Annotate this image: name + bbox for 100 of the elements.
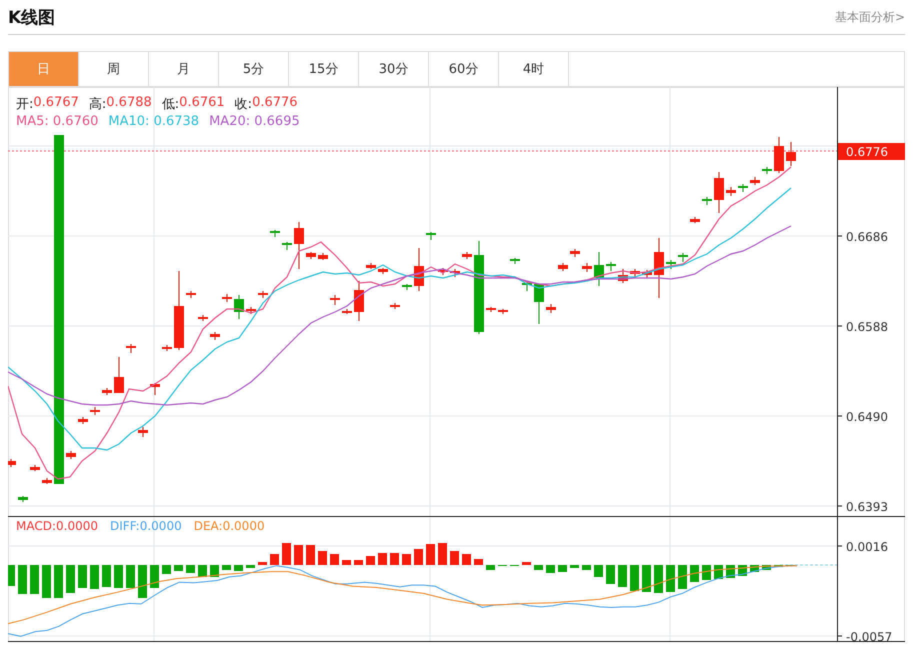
macd-bar [354, 560, 363, 565]
macd-bar [426, 544, 435, 565]
macd-bar [534, 565, 543, 570]
quote-value: 0.6761 [179, 95, 225, 112]
macd-bar [462, 554, 471, 565]
macd-axis-label: -0.0057 [846, 630, 892, 643]
macd-bar [258, 562, 267, 565]
macd-bar [582, 565, 591, 570]
moving-average-legend: MA20: 0.6695 [209, 114, 300, 129]
candlestick [8, 458, 16, 468]
macd-bar [54, 565, 63, 598]
macd-bar [618, 565, 627, 587]
candlestick [294, 222, 304, 270]
fundamental-analysis-link[interactable]: 基本面分析> [834, 8, 905, 26]
candlestick [594, 252, 604, 286]
candlestick [582, 262, 592, 272]
price-axis-label: 0.6490 [846, 410, 888, 424]
macd-bar [186, 565, 195, 573]
macd-bar [414, 549, 423, 565]
candlestick [498, 308, 508, 314]
macd-bar [594, 565, 603, 577]
macd-bar [8, 565, 15, 586]
candlestick [330, 294, 340, 306]
price-axis-label: 0.6686 [846, 230, 888, 244]
candlestick [162, 344, 172, 352]
macd-bar [690, 565, 699, 582]
candlestick [378, 268, 388, 274]
macd-bar [138, 565, 147, 598]
candlestick [258, 290, 268, 298]
candlestick [198, 314, 208, 322]
candlestick [774, 136, 784, 174]
candlestick [414, 248, 424, 292]
quote-value: 0.6767 [33, 95, 79, 112]
macd-bar [270, 554, 279, 565]
candlestick [138, 426, 148, 438]
candlestick [366, 262, 376, 270]
candlestick [750, 176, 760, 186]
candlestick [150, 382, 160, 396]
macd-bar [474, 559, 483, 565]
candlestick [42, 478, 52, 484]
macd-bar [198, 565, 207, 577]
candlestick [66, 450, 76, 460]
candlestick [318, 252, 328, 260]
macd-bar [294, 545, 303, 565]
candlestick [402, 284, 412, 290]
candlestick [642, 270, 652, 278]
macd-bar [18, 565, 27, 594]
macd-legend-item: DIFF:0.0000 [110, 519, 182, 533]
macd-bar [330, 554, 339, 565]
macd-bar [114, 565, 123, 588]
macd-bar [42, 565, 51, 598]
candlestick [786, 142, 796, 166]
candlestick [762, 166, 772, 174]
last-price-tag: 0.6776 [838, 143, 905, 160]
candlestick [306, 252, 316, 260]
candlestick [666, 260, 676, 270]
macd-bar [222, 565, 231, 570]
quote-label: 低: [162, 96, 180, 113]
candlestick [606, 262, 616, 272]
quote-value: 0.6776 [252, 95, 298, 112]
macd-legend-item: DEA:0.0000 [194, 519, 265, 533]
candlestick [390, 302, 400, 310]
candlestick [114, 356, 124, 394]
moving-average-legend: MA5: 0.6760 [16, 114, 98, 129]
candlestick [342, 308, 352, 314]
candlestick [102, 388, 112, 396]
macd-bar [630, 565, 639, 591]
macd-bar [390, 553, 399, 565]
candlestick [90, 406, 100, 416]
macd-bar [522, 562, 531, 565]
macd-bar [126, 565, 135, 588]
macd-bar [570, 565, 579, 568]
quote-label: 开: [16, 96, 34, 113]
candlestick [726, 186, 736, 196]
quote-label: 高: [88, 96, 106, 113]
candlestick [210, 332, 220, 340]
macd-bar [558, 565, 567, 572]
macd-legend-item: MACD:0.0000 [16, 519, 98, 533]
candlestick [222, 294, 232, 302]
candlestick [522, 282, 532, 292]
candlestick [246, 306, 256, 314]
macd-bar [606, 565, 615, 584]
candlestick [438, 268, 448, 276]
macd-bar [150, 565, 159, 588]
candlestick [354, 280, 364, 322]
candlestick [126, 344, 136, 354]
macd-bar [342, 560, 351, 565]
macd-bar [210, 565, 219, 577]
candlestick [570, 248, 580, 258]
macd-bar [66, 565, 75, 593]
candlestick [618, 268, 628, 284]
candlestick [450, 268, 460, 278]
macd-bar [162, 565, 171, 574]
candlestick [558, 262, 568, 272]
candlestick [546, 304, 556, 314]
macd-axis-label: 0.0016 [846, 540, 888, 554]
candlestick [270, 230, 280, 238]
page-title: K线图 [8, 6, 56, 28]
macd-bar [654, 565, 663, 593]
macd-bar [378, 553, 387, 565]
